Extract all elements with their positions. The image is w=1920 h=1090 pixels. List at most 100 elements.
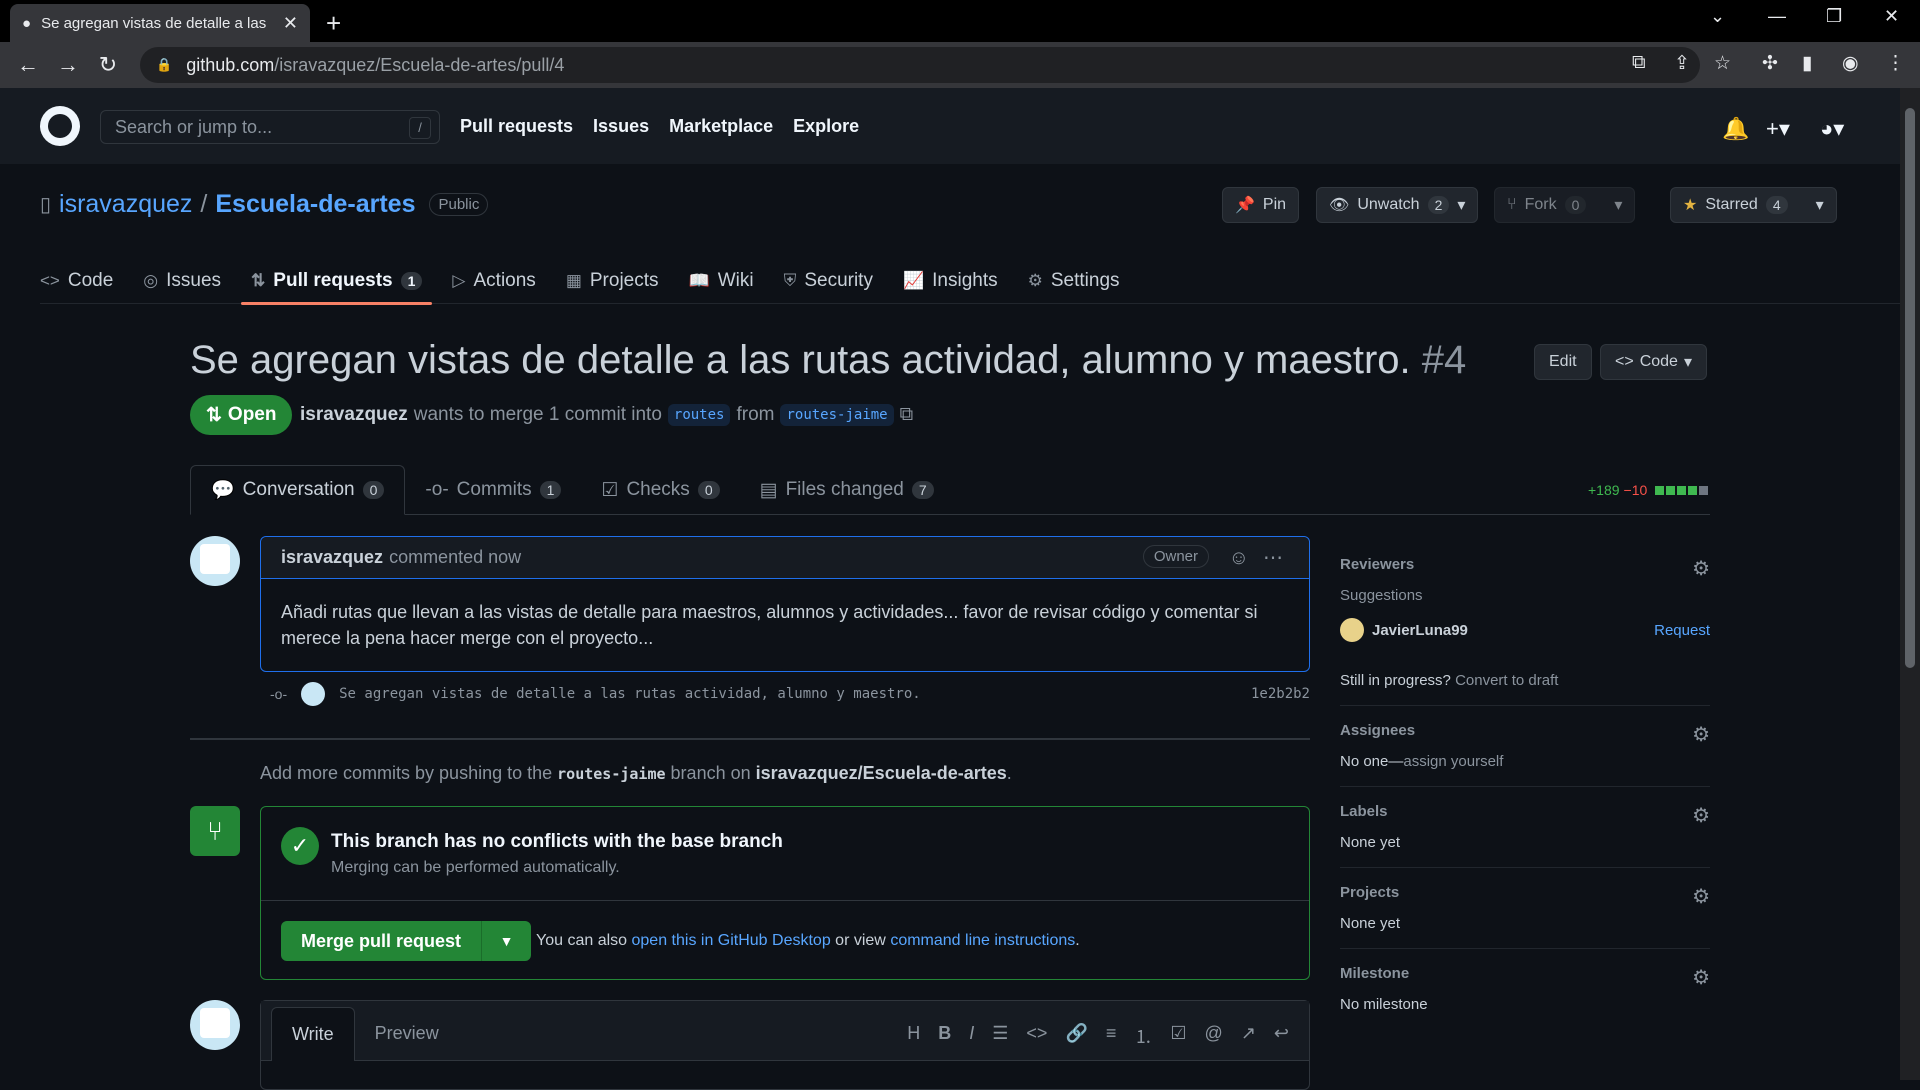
minimize-icon[interactable]: —: [1768, 6, 1786, 27]
starred-label: Starred: [1705, 196, 1758, 213]
milestone-gear-icon[interactable]: ⚙: [1692, 965, 1710, 990]
forward-icon[interactable]: →: [48, 52, 88, 78]
side-panel-icon[interactable]: ▮: [1802, 52, 1812, 75]
search-input[interactable]: Search or jump to... /: [100, 110, 440, 144]
code-dropdown-button[interactable]: <> Code ▾: [1600, 344, 1707, 380]
bullet-list-icon[interactable]: ≡: [1106, 1023, 1117, 1049]
translate-icon[interactable]: ⧉: [1632, 52, 1646, 74]
nav-marketplace[interactable]: Marketplace: [669, 116, 773, 137]
edit-title-button[interactable]: Edit: [1534, 344, 1592, 380]
pr-author[interactable]: isravazquez: [300, 404, 408, 426]
address-bar[interactable]: 🔒 github.com/isravazquez/Escuela-de-arte…: [140, 47, 1700, 83]
italic-icon[interactable]: I: [969, 1023, 974, 1049]
caret-down-icon: ▾: [1457, 197, 1466, 214]
tab-checks[interactable]: ☑ Checks 0: [581, 465, 739, 515]
convert-to-draft-link[interactable]: Convert to draft: [1455, 672, 1558, 689]
table-icon: ▦: [565, 271, 582, 290]
tab-issues[interactable]: ◎ Issues: [143, 258, 221, 304]
merge-pull-request-button[interactable]: Merge pull request: [281, 921, 482, 961]
tab-wiki[interactable]: 📖 Wiki: [689, 258, 754, 304]
tab-security[interactable]: ⛨ Security: [784, 258, 873, 304]
comment-author[interactable]: isravazquez: [281, 547, 383, 568]
bell-icon[interactable]: 🔔: [1722, 116, 1749, 142]
tab-code[interactable]: <> Code: [40, 258, 113, 304]
starred-button[interactable]: ★ Starred 4 ▾: [1670, 187, 1837, 223]
reply-icon[interactable]: ↩: [1274, 1023, 1289, 1049]
author-avatar[interactable]: [190, 536, 240, 586]
browser-menu-icon[interactable]: ⋮: [1886, 52, 1905, 75]
suggested-reviewer-name[interactable]: JavierLuna99: [1372, 622, 1468, 639]
checklist-icon: ☑: [601, 479, 619, 501]
merge-options-caret-icon[interactable]: ▼: [481, 921, 532, 961]
quote-icon[interactable]: ☰: [992, 1023, 1008, 1049]
close-window-icon[interactable]: ✕: [1884, 6, 1899, 27]
user-avatar-menu[interactable]: ◕▾: [1820, 116, 1844, 142]
repo-name-link[interactable]: Escuela-de-artes: [215, 190, 415, 219]
share-icon[interactable]: ⇪: [1674, 52, 1690, 75]
repo-owner-link[interactable]: isravazquez: [59, 190, 192, 219]
nav-explore[interactable]: Explore: [793, 116, 859, 137]
tab-actions[interactable]: ▷ Actions: [452, 258, 535, 304]
back-icon[interactable]: ←: [8, 52, 48, 78]
numbered-list-icon[interactable]: ⒈: [1134, 1023, 1152, 1049]
tab-files-changed[interactable]: ▤ Files changed 7: [740, 465, 954, 515]
nav-pull-requests[interactable]: Pull requests: [460, 116, 573, 137]
create-new-icon[interactable]: +▾: [1766, 116, 1790, 142]
task-list-icon[interactable]: ☑: [1170, 1023, 1186, 1049]
command-line-link[interactable]: command line instructions: [890, 932, 1075, 949]
write-tab[interactable]: Write: [271, 1007, 355, 1061]
preview-tab[interactable]: Preview: [355, 1007, 459, 1060]
tab-issues-label: Issues: [166, 270, 222, 291]
commit-author-avatar[interactable]: [301, 682, 326, 706]
pin-button[interactable]: 📌 Pin: [1222, 187, 1300, 223]
open-in-desktop-link[interactable]: open this in GitHub Desktop: [632, 932, 831, 949]
tab-pull-requests[interactable]: ⇅ Pull requests 1: [241, 258, 433, 305]
reload-icon[interactable]: ↻: [88, 52, 128, 78]
bookmark-star-icon[interactable]: ☆: [1714, 52, 1731, 75]
copy-icon[interactable]: ⧉: [900, 404, 914, 426]
new-tab-icon[interactable]: +: [326, 8, 341, 39]
restore-icon[interactable]: ❐: [1826, 6, 1842, 27]
commit-sha[interactable]: 1e2b2b2: [1251, 686, 1310, 702]
labels-gear-icon[interactable]: ⚙: [1692, 803, 1710, 828]
kebab-menu-icon[interactable]: ⋯: [1263, 545, 1283, 570]
extensions-icon[interactable]: ✣: [1762, 52, 1778, 75]
commit-message[interactable]: Se agregan vistas de detalle a las rutas…: [339, 686, 921, 702]
heading-icon[interactable]: H: [907, 1023, 920, 1049]
reviewers-title: Reviewers: [1340, 556, 1415, 573]
tab-search-icon[interactable]: ⌄: [1710, 6, 1725, 27]
tab-security-label: Security: [804, 270, 873, 291]
projects-gear-icon[interactable]: ⚙: [1692, 884, 1710, 909]
assign-yourself-link[interactable]: assign yourself: [1403, 753, 1503, 770]
profile-avatar[interactable]: ◉: [1842, 52, 1859, 75]
close-tab-icon[interactable]: ✕: [283, 13, 298, 34]
request-review-link[interactable]: Request: [1654, 622, 1710, 639]
tab-insights[interactable]: 📈 Insights: [903, 258, 998, 304]
tab-settings[interactable]: ⚙ Settings: [1028, 258, 1120, 304]
browser-tab[interactable]: ● Se agregan vistas de detalle a las ✕: [10, 4, 310, 42]
current-user-avatar[interactable]: [190, 1000, 240, 1050]
nav-issues[interactable]: Issues: [593, 116, 649, 137]
cross-reference-icon[interactable]: ↗: [1241, 1023, 1256, 1049]
tab-projects[interactable]: ▦ Projects: [566, 258, 659, 304]
visibility-badge: Public: [429, 193, 489, 216]
comment-timestamp[interactable]: commented now: [389, 547, 521, 568]
github-logo-icon[interactable]: [40, 106, 80, 146]
fork-button[interactable]: ⑂ Fork 0 ▾: [1494, 187, 1636, 223]
head-branch[interactable]: routes-jaime: [780, 404, 894, 426]
unwatch-button[interactable]: 👁 Unwatch 2 ▾: [1316, 187, 1479, 223]
tab-conversation[interactable]: 💬 Conversation 0: [190, 465, 406, 515]
page-scrollbar[interactable]: [1900, 88, 1920, 1080]
tab-commits[interactable]: -o- Commits 1: [405, 465, 581, 515]
bold-icon[interactable]: B: [938, 1023, 951, 1049]
reviewers-gear-icon[interactable]: ⚙: [1692, 556, 1710, 581]
assignees-gear-icon[interactable]: ⚙: [1692, 722, 1710, 747]
link-icon[interactable]: 🔗: [1065, 1023, 1087, 1049]
mention-icon[interactable]: @: [1205, 1023, 1223, 1049]
diffstat-blocks: [1655, 485, 1709, 495]
scrollbar-thumb[interactable]: [1905, 108, 1915, 668]
code-icon[interactable]: <>: [1026, 1023, 1047, 1049]
smiley-icon[interactable]: ☺: [1229, 547, 1249, 570]
base-branch[interactable]: routes: [667, 404, 731, 426]
commit-icon: -o-: [425, 479, 449, 500]
